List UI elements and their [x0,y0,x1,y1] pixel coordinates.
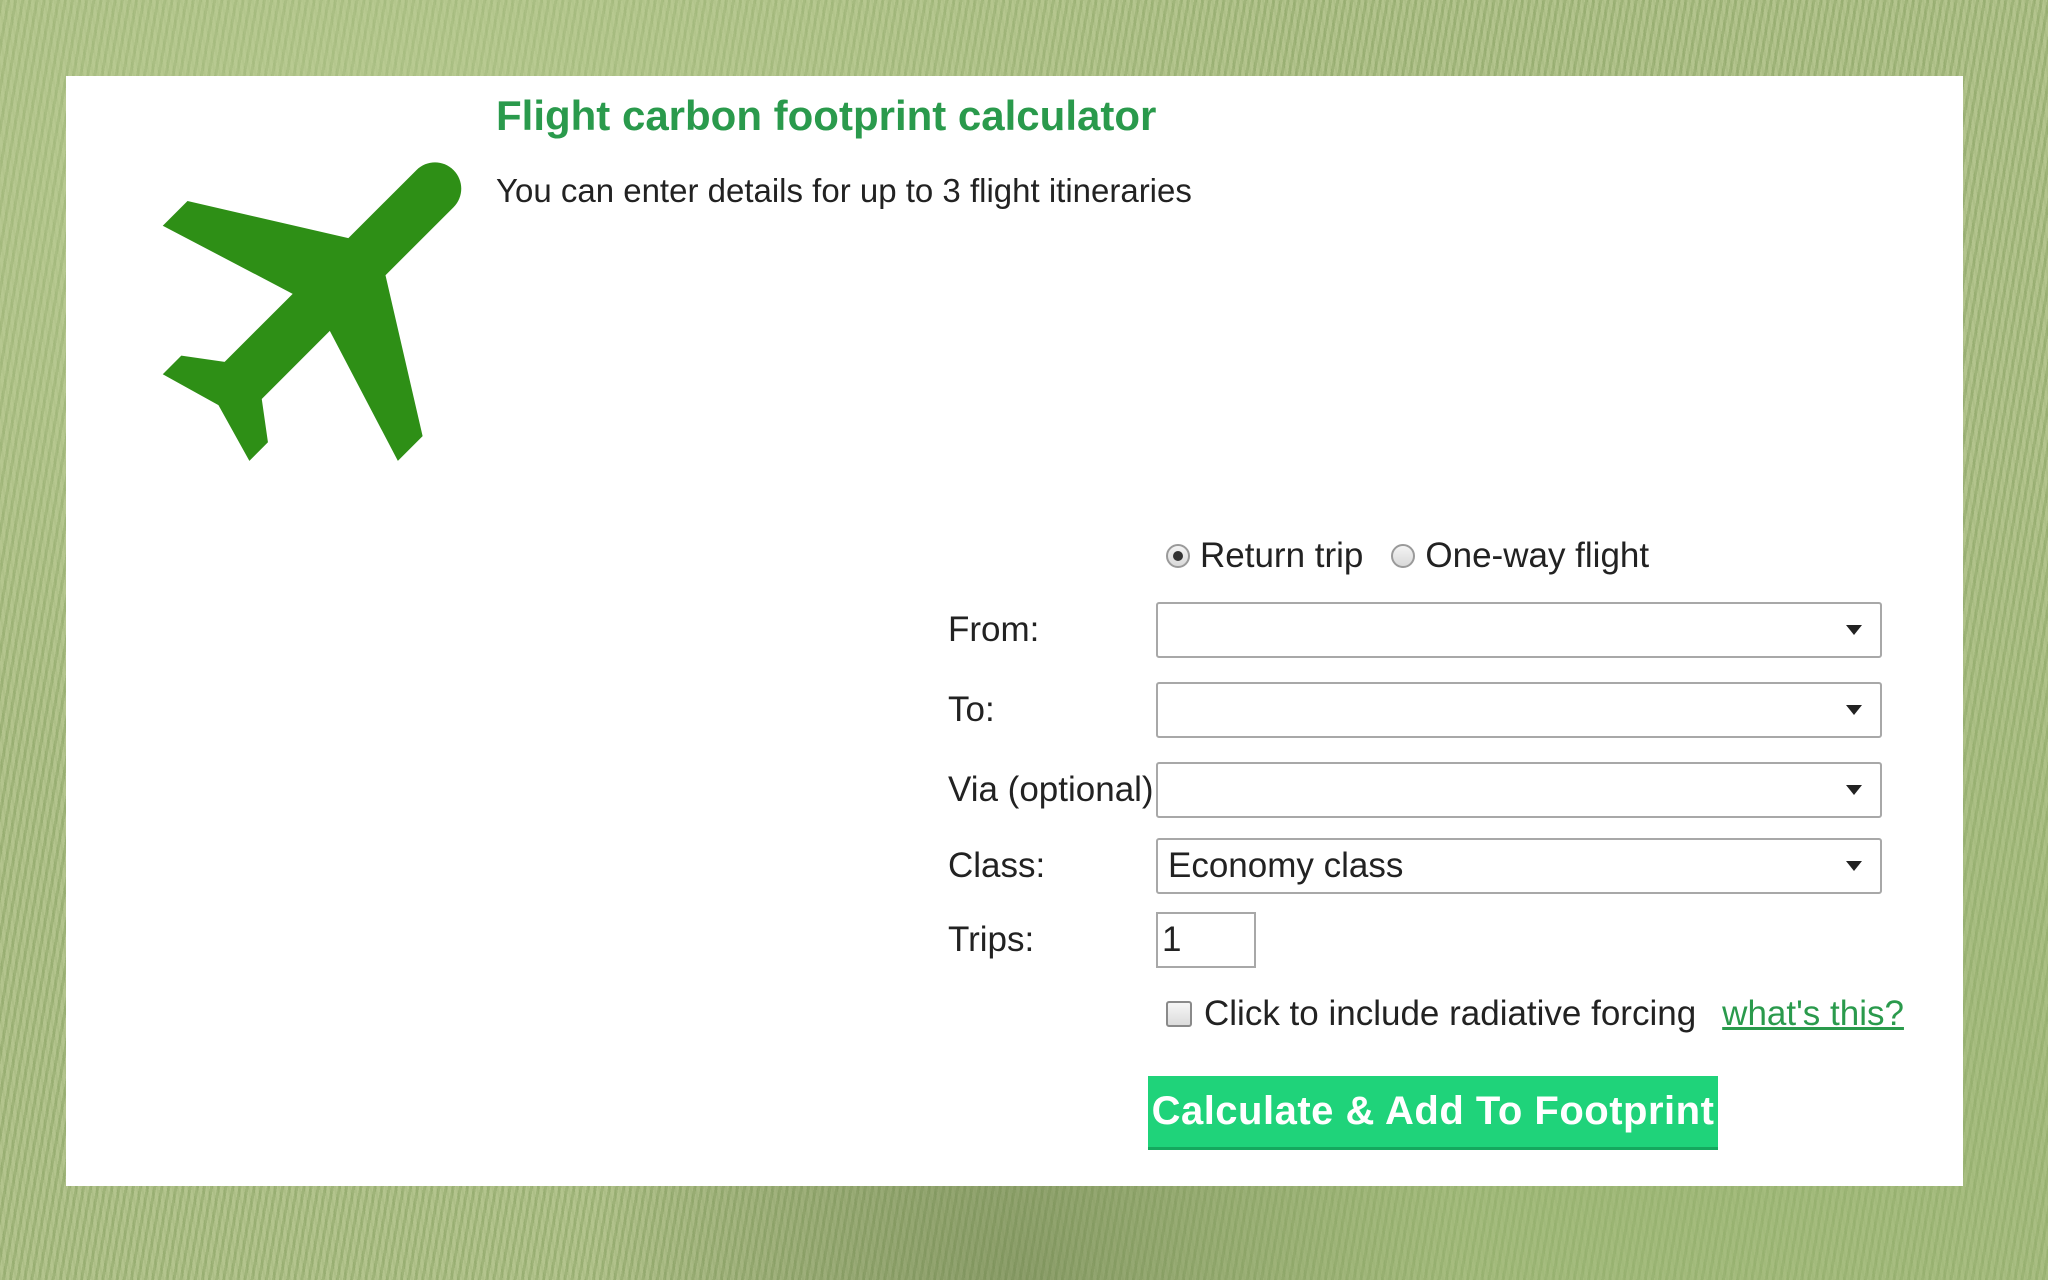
via-row: Via (optional): [948,762,1882,818]
radiative-forcing-row: Click to include radiative forcing what'… [1166,994,1904,1034]
from-select[interactable] [1156,602,1882,658]
to-label: To: [948,690,995,729]
trip-type-group: Return trip One-way flight [1166,536,1649,576]
calculate-button[interactable]: Calculate & Add To Footprint [1148,1076,1718,1150]
to-select[interactable] [1156,682,1882,738]
class-row: Class: Economy class [948,838,1882,894]
return-trip-label[interactable]: Return trip [1200,536,1363,576]
class-select[interactable]: Economy class [1156,838,1882,894]
trips-input[interactable]: 1 [1156,912,1256,968]
page-subtitle: You can enter details for up to 3 flight… [496,172,1192,209]
whats-this-link[interactable]: what's this? [1722,994,1904,1034]
chevron-down-icon [1846,705,1862,715]
chevron-down-icon [1846,785,1862,795]
from-row: From: [948,602,1882,658]
via-select[interactable] [1156,762,1882,818]
radiative-forcing-label[interactable]: Click to include radiative forcing [1204,994,1696,1034]
via-label: Via (optional): [948,770,1164,809]
to-row: To: [948,682,1882,738]
page-title: Flight carbon footprint calculator [496,92,1157,139]
airplane-icon [162,162,462,461]
calculator-panel: Flight carbon footprint calculator You c… [66,76,1963,1186]
class-label: Class: [948,846,1046,885]
trips-row: Trips: 1 [948,912,1256,968]
radio-selected-dot [1173,551,1183,561]
class-value: Economy class [1168,846,1404,885]
one-way-radio[interactable] [1391,544,1416,568]
return-trip-radio[interactable] [1166,544,1190,568]
radiative-forcing-checkbox[interactable] [1166,1001,1192,1027]
trips-label: Trips: [948,920,1035,959]
chevron-down-icon [1846,625,1862,635]
one-way-label[interactable]: One-way flight [1425,536,1649,576]
chevron-down-icon [1846,861,1862,871]
from-label: From: [948,610,1040,649]
